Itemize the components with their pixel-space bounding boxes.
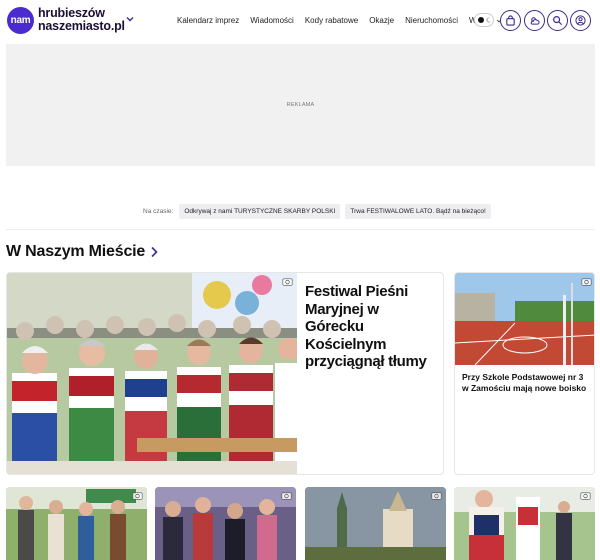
chevron-down-icon[interactable] [125,14,135,24]
nav-item-coupons[interactable]: Kody rabatowe [305,16,358,25]
nav-item-news[interactable]: Wiadomości [250,16,294,25]
nav-item-calendar[interactable]: Kalendarz imprez [177,16,239,25]
trending-topic[interactable]: Trwa FESTIWALOWE LATO. Bądź na bieżąco! [345,204,491,219]
camera-icon [580,492,591,500]
camera-icon [281,492,292,500]
article-photo [6,487,147,560]
festival-photo [7,273,297,474]
moon-icon [486,17,492,23]
article-card-thumb[interactable] [305,487,446,560]
article-photo [155,487,296,560]
trending-label: Na czasie: [143,208,174,215]
article-photo [305,487,446,560]
shopping-bag-button[interactable] [500,10,521,31]
user-icon [575,15,586,26]
article-title[interactable]: Przy Szkole Podstawowej nr 3 w Zamościu … [462,372,590,394]
section-title[interactable]: W Naszym Mieście [6,243,158,261]
ad-label: REKLAMA [286,102,315,108]
sun-icon [478,17,484,23]
theme-toggle[interactable] [474,13,494,27]
nav-item-deals[interactable]: Okazje [369,16,394,25]
ad-banner[interactable]: REKLAMA [6,44,595,166]
article-photo [454,487,595,560]
article-card-thumb[interactable] [454,487,595,560]
divider [6,229,595,230]
article-photo[interactable] [455,273,594,365]
camera-icon [431,492,442,500]
nav-item-real-estate[interactable]: Nieruchomości [405,16,458,25]
weather-icon [530,17,540,25]
article-card-side[interactable]: Przy Szkole Podstawowej nr 3 w Zamościu … [454,272,595,475]
logo-text[interactable]: hrubieszów naszemiasto.pl [38,7,125,33]
search-button[interactable] [547,10,568,31]
logo-mark[interactable]: nam [7,7,34,34]
search-icon [553,16,563,26]
main-nav: Kalendarz imprez Wiadomości Kody rabatow… [177,16,513,25]
trending-bar: Na czasie: Odkrywaj z nami TURYSTYCZNE S… [143,204,496,219]
user-account-button[interactable] [570,10,591,31]
article-card-thumb[interactable] [155,487,296,560]
logo-line-2: naszemiasto.pl [38,19,125,33]
camera-icon [282,278,293,286]
article-photo[interactable] [7,273,297,474]
article-card-main[interactable]: Festiwal Pieśni Maryjnej w Górecku Kości… [6,272,444,475]
site-header: nam hrubieszów naszemiasto.pl Kalendarz … [0,0,600,44]
chevron-right-icon [151,246,158,258]
shopping-bag-icon [506,15,515,26]
trending-topic[interactable]: Odkrywaj z nami TURYSTYCZNE SKARBY POLSK… [179,204,341,219]
school-pitch-photo [455,273,594,365]
article-card-thumb[interactable] [6,487,147,560]
camera-icon [581,278,592,286]
section-title-text: W Naszym Mieście [6,243,146,260]
camera-icon [132,492,143,500]
article-title[interactable]: Festiwal Pieśni Maryjnej w Górecku Kości… [305,283,435,371]
weather-button[interactable] [524,10,545,31]
